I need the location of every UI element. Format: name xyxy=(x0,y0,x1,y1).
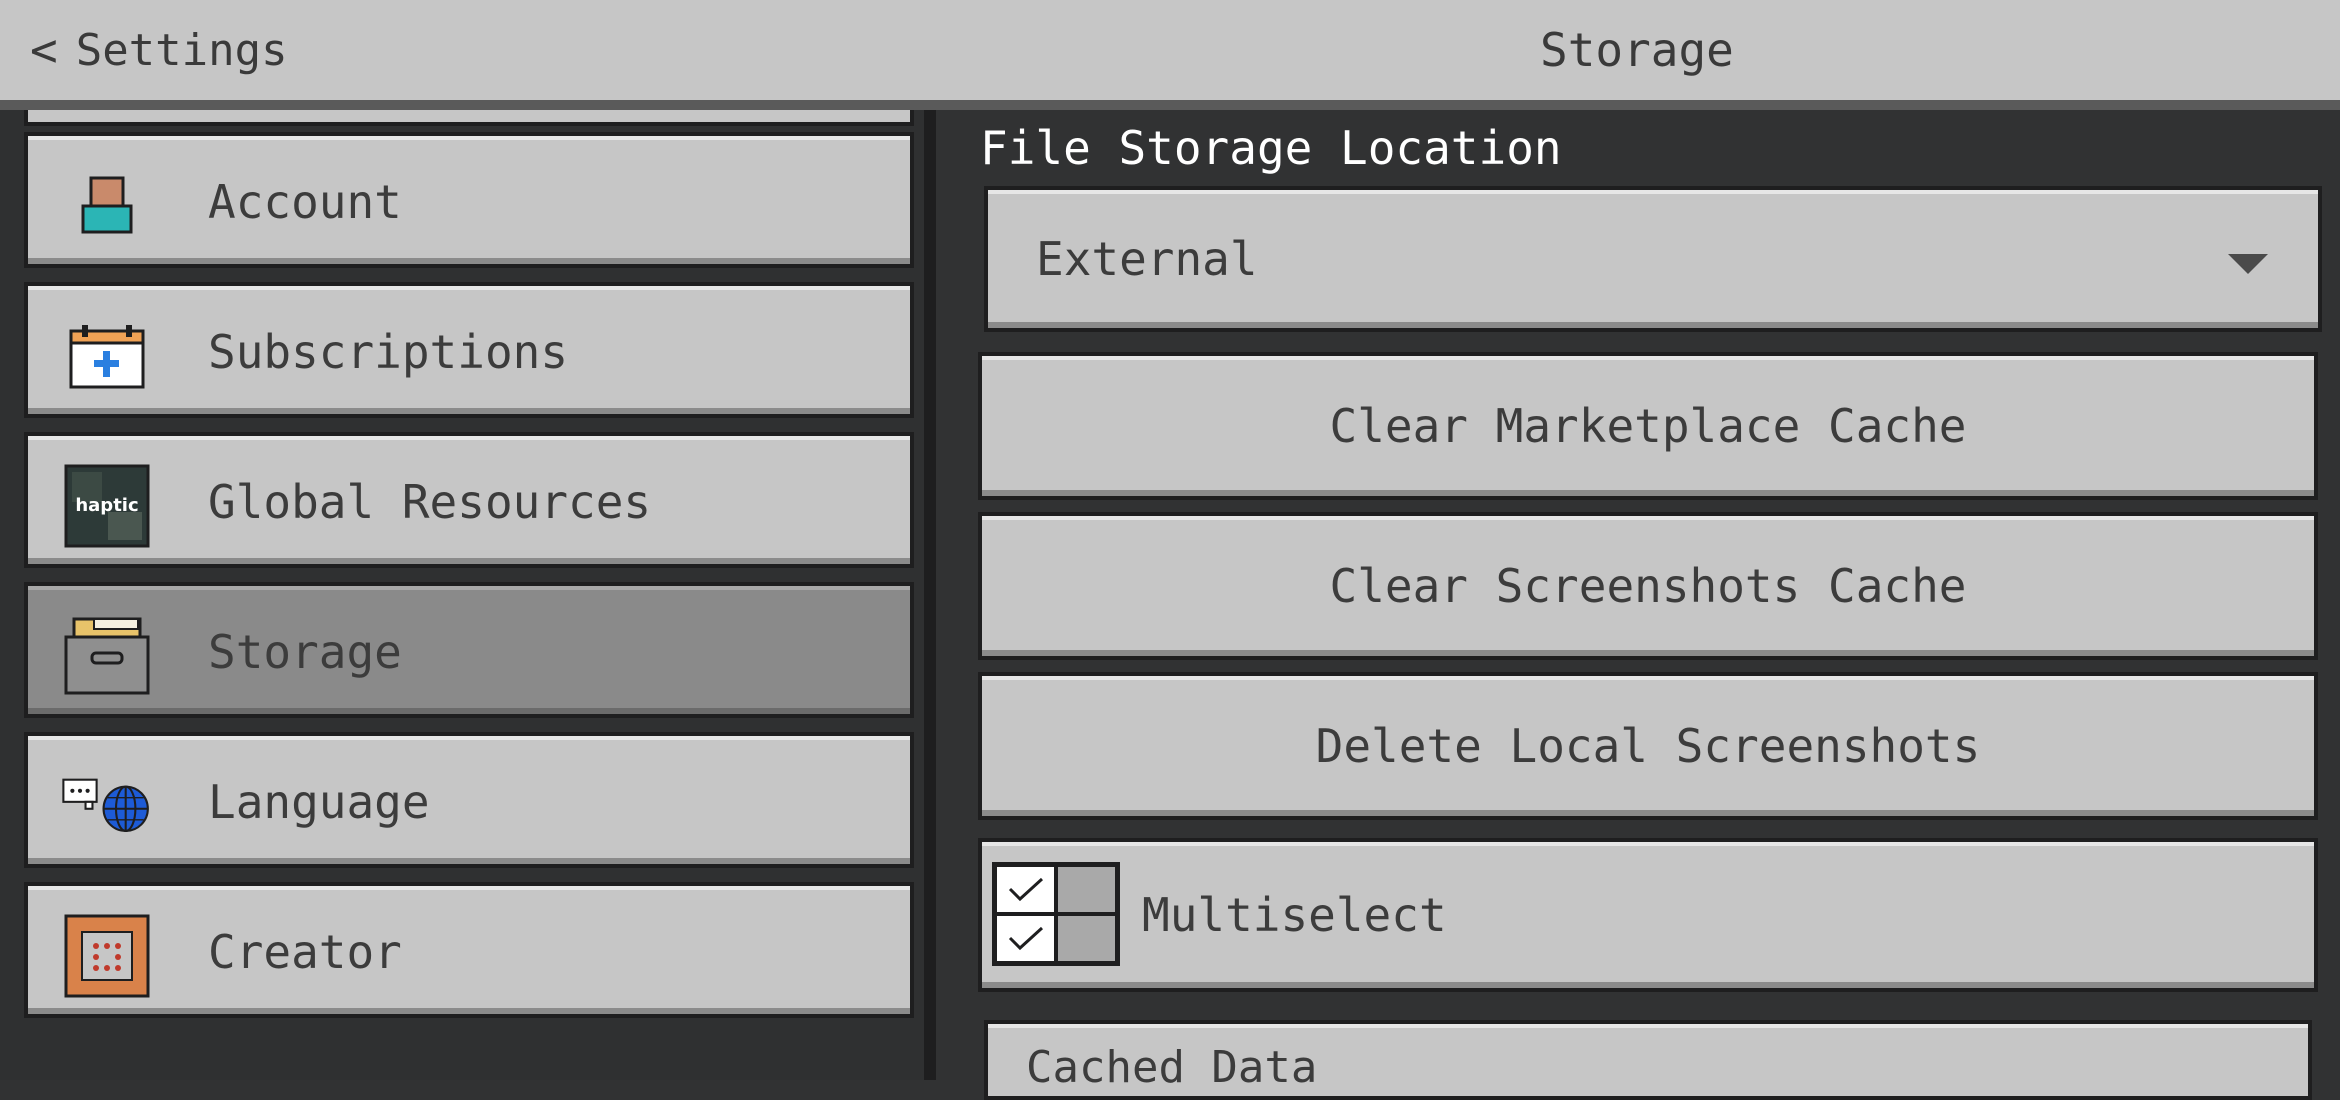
resource-pack-icon-text: haptic xyxy=(75,495,138,516)
delete-local-screenshots-button[interactable]: Delete Local Screenshots xyxy=(978,672,2318,820)
sidebar-item-label: Global Resources xyxy=(208,475,652,529)
sidebar-item-account[interactable]: Account xyxy=(24,132,914,268)
sidebar-item-label: Creator xyxy=(208,925,402,979)
sidebar-item-global-resources[interactable]: haptic Global Resources xyxy=(24,432,914,568)
storage-box-icon xyxy=(62,614,152,698)
empty-cell xyxy=(1056,914,1117,963)
resource-pack-icon: haptic xyxy=(62,464,152,548)
calendar-plus-icon xyxy=(62,314,152,398)
sidebar-item-label: Storage xyxy=(208,625,402,679)
sidebar-item-subscriptions[interactable]: Subscriptions xyxy=(24,282,914,418)
sidebar-item-label: Subscriptions xyxy=(208,325,569,379)
chevron-left-icon: < xyxy=(30,23,58,77)
storage-location-value: External xyxy=(1036,232,1258,286)
sidebar-item-storage[interactable]: Storage xyxy=(24,582,914,718)
account-icon xyxy=(62,164,152,248)
command-block-icon xyxy=(62,914,152,998)
back-button[interactable]: < Settings xyxy=(30,20,288,80)
multiselect-icon xyxy=(992,862,1120,966)
check-icon xyxy=(995,865,1056,914)
storage-location-dropdown[interactable]: External xyxy=(984,186,2322,332)
language-globe-icon xyxy=(62,764,152,848)
clear-marketplace-cache-button[interactable]: Clear Marketplace Cache xyxy=(978,352,2318,500)
file-storage-location-label: File Storage Location xyxy=(980,121,1562,175)
cached-data-label: Cached Data xyxy=(1026,1042,1318,1093)
multiselect-toggle[interactable]: Multiselect xyxy=(978,838,2318,992)
clear-screenshots-cache-button[interactable]: Clear Screenshots Cache xyxy=(978,512,2318,660)
sidebar-divider xyxy=(924,110,936,1080)
sidebar-item-creator[interactable]: Creator xyxy=(24,882,914,1018)
page-title: Storage xyxy=(1540,23,1734,77)
empty-cell xyxy=(1056,865,1117,914)
sidebar-item-label: Account xyxy=(208,175,402,229)
multiselect-label: Multiselect xyxy=(1142,888,1447,942)
cached-data-section[interactable]: Cached Data xyxy=(984,1020,2312,1100)
check-icon xyxy=(995,914,1056,963)
sidebar-item-language[interactable]: Language xyxy=(24,732,914,868)
chevron-down-icon xyxy=(2228,254,2268,274)
sidebar-scroll-edge xyxy=(24,110,914,126)
back-label: Settings xyxy=(75,24,288,76)
top-bar: < Settings Storage xyxy=(0,0,2340,110)
sidebar-item-label: Language xyxy=(208,775,430,829)
